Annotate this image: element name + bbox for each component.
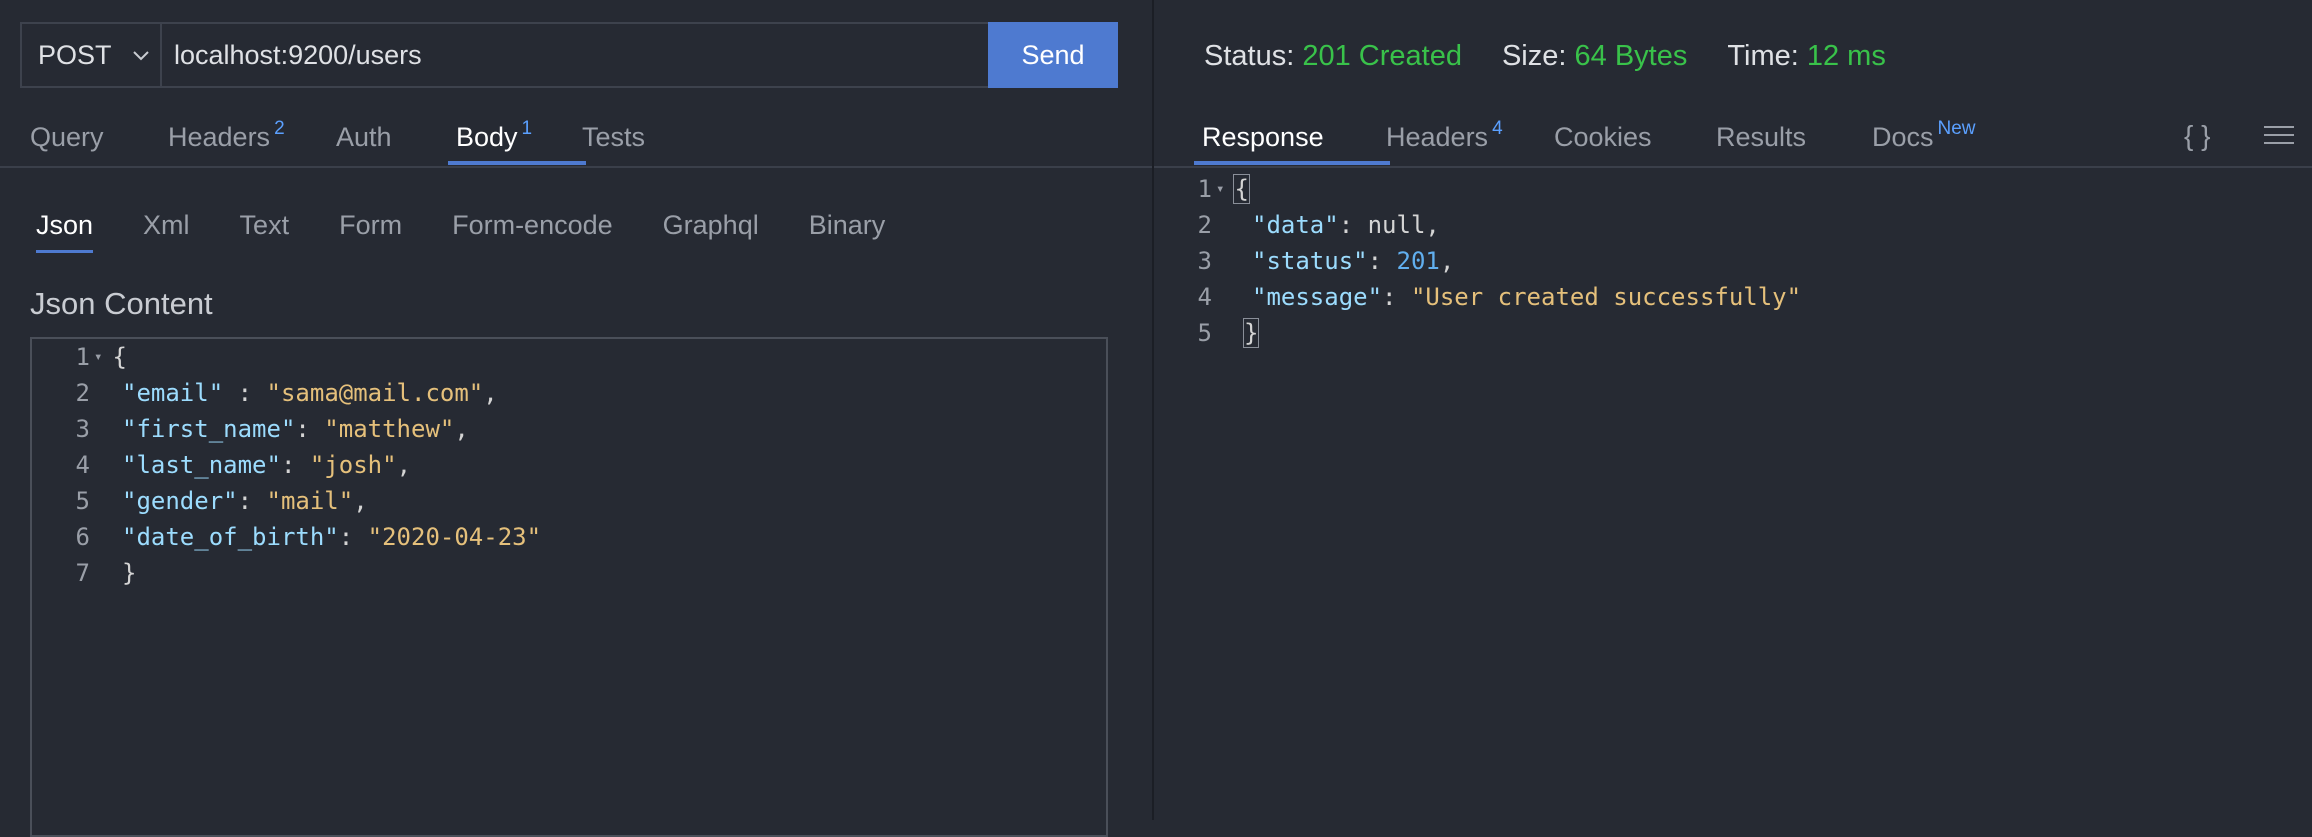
response-tabs: Response Headers 4 Cookies Results Docs Ne… bbox=[1194, 118, 1976, 165]
body-type-tabs: Json Xml Text Form Form-encode Graphql B… bbox=[36, 210, 935, 253]
time-value: 12 ms bbox=[1806, 40, 1886, 72]
body-count-badge: 1 bbox=[521, 118, 533, 139]
body-type-form[interactable]: Form bbox=[339, 210, 402, 253]
url-bar: POST Send bbox=[20, 22, 1118, 88]
code-line: 2 "email" : "sama@mail.com", bbox=[75, 379, 498, 407]
url-input[interactable] bbox=[162, 24, 988, 86]
body-type-xml[interactable]: Xml bbox=[143, 210, 190, 253]
docs-new-badge: New bbox=[1937, 118, 1976, 139]
body-type-json[interactable]: Json bbox=[36, 210, 94, 253]
code-line: 6 "date_of_birth": "2020-04-23" bbox=[75, 523, 542, 551]
request-panel: POST Send Query Headers2 Auth Body1 Test… bbox=[0, 0, 1152, 837]
request-body-editor[interactable]: 1 ▾{ 2 "email" : "sama@mail.com", 3 "first_… bbox=[30, 337, 1108, 837]
tab-body[interactable]: Body 1 bbox=[448, 118, 586, 165]
code-line: 3 "status": 201, bbox=[1197, 247, 1455, 275]
response-body-viewer[interactable]: 1 ▾{ 2 "data": null, 3 "status": 201, 4 "mes… bbox=[1154, 171, 2312, 371]
json-content-label: Json Content bbox=[30, 286, 213, 321]
send-button[interactable]: Send bbox=[988, 22, 1118, 88]
tab-docs[interactable]: Docs New bbox=[1872, 118, 1976, 165]
headers-count-badge: 2 bbox=[274, 118, 285, 139]
tab-response[interactable]: Response bbox=[1194, 120, 1390, 165]
request-tabs: Query Headers 2 Auth Body 1 Tests bbox=[30, 118, 649, 165]
status-value: 201 Created bbox=[1302, 40, 1462, 72]
tab-cookies[interactable]: Cookies bbox=[1554, 120, 1716, 165]
fold-arrow-icon[interactable]: ▾ bbox=[1216, 181, 1224, 197]
response-panel: Status: 201 Created Size: 64 Bytes Time:… bbox=[1154, 0, 2312, 820]
code-line: 2 "data": null, bbox=[1197, 211, 1440, 239]
time-info: Time: 12 ms bbox=[1727, 40, 1886, 72]
chevron-down-icon bbox=[132, 42, 150, 68]
code-line: 4 "message": "User created successfully" bbox=[1197, 283, 1802, 311]
code-line: 3 "first_name": "matthew", bbox=[75, 415, 469, 443]
tab-tests[interactable]: Tests bbox=[582, 120, 649, 165]
body-type-form-encode[interactable]: Form-encode bbox=[452, 210, 613, 253]
tab-query[interactable]: Query bbox=[30, 120, 168, 165]
fold-arrow-icon[interactable]: ▾ bbox=[94, 349, 102, 365]
tab-headers[interactable]: Headers 2 bbox=[168, 118, 336, 165]
response-status-bar: Status: 201 Created Size: 64 Bytes Time:… bbox=[1204, 40, 1926, 73]
code-line: 5 "gender": "mail", bbox=[75, 487, 368, 515]
code-line: 5} bbox=[1197, 318, 1260, 348]
tabs-divider bbox=[0, 166, 1152, 168]
body-type-binary[interactable]: Binary bbox=[809, 210, 886, 253]
code-line: 1 ▾{ bbox=[1197, 174, 1250, 204]
tab-results[interactable]: Results bbox=[1716, 120, 1872, 165]
menu-icon[interactable] bbox=[2264, 126, 2294, 148]
code-line: 4 "last_name": "josh", bbox=[75, 451, 412, 479]
method-select[interactable]: POST bbox=[22, 24, 162, 86]
size-value: 64 Bytes bbox=[1574, 40, 1688, 72]
code-line: 7} bbox=[75, 559, 137, 587]
response-tabs-divider bbox=[1154, 166, 2312, 168]
size-info: Size: 64 Bytes bbox=[1501, 40, 1688, 72]
status-info: Status: 201 Created bbox=[1204, 40, 1462, 72]
code-line: 1 ▾{ bbox=[75, 343, 127, 371]
tab-response-headers[interactable]: Headers 4 bbox=[1386, 118, 1554, 165]
method-label: POST bbox=[38, 39, 112, 70]
body-type-graphql[interactable]: Graphql bbox=[663, 210, 759, 253]
tab-auth[interactable]: Auth bbox=[336, 120, 456, 165]
body-type-text[interactable]: Text bbox=[240, 210, 290, 253]
braces-icon[interactable]: { } bbox=[2184, 120, 2210, 152]
response-headers-count-badge: 4 bbox=[1492, 118, 1503, 139]
